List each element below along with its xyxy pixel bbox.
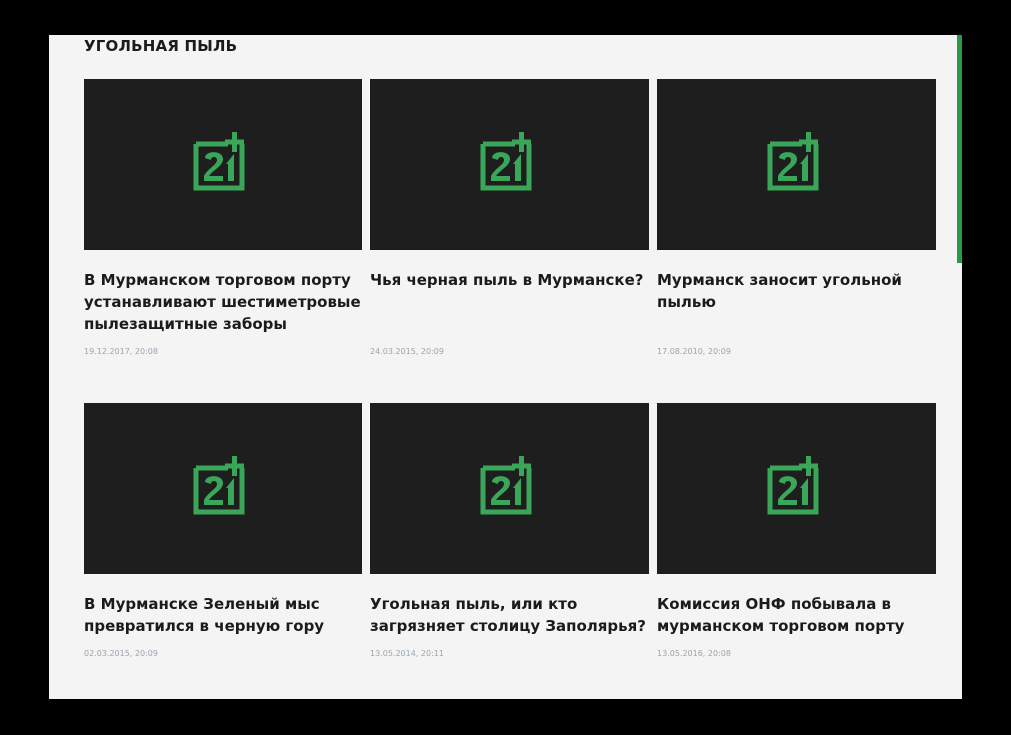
section-title: УГОЛЬНАЯ ПЫЛЬ bbox=[84, 37, 238, 55]
article-thumbnail[interactable] bbox=[84, 79, 362, 250]
article-title-link[interactable]: Мурманск заносит угольной пылью bbox=[657, 269, 936, 335]
article-date: 24.03.2015, 20:09 bbox=[370, 347, 444, 356]
article-thumbnail[interactable] bbox=[84, 403, 362, 574]
content-panel: УГОЛЬНАЯ ПЫЛЬ В Мурманском торговом порт… bbox=[49, 35, 962, 699]
article-card[interactable]: Угольная пыль, или кто загрязняет столиц… bbox=[370, 403, 649, 699]
channel-21-logo-icon bbox=[762, 130, 832, 200]
article-date: 02.03.2015, 20:09 bbox=[84, 649, 158, 658]
channel-21-logo-icon bbox=[188, 454, 258, 524]
article-title-link[interactable]: Чья черная пыль в Мурманске? bbox=[370, 269, 649, 335]
channel-21-logo-icon bbox=[475, 454, 545, 524]
article-card[interactable]: В Мурманске Зеленый мыс превратился в че… bbox=[84, 403, 362, 699]
channel-21-logo-icon bbox=[475, 130, 545, 200]
article-card[interactable]: Чья черная пыль в Мурманске? 24.03.2015,… bbox=[370, 79, 649, 403]
article-title-link[interactable]: Угольная пыль, или кто загрязняет столиц… bbox=[370, 593, 649, 637]
article-thumbnail[interactable] bbox=[370, 79, 649, 250]
article-date: 13.05.2016, 20:08 bbox=[657, 649, 731, 658]
article-date: 19.12.2017, 20:08 bbox=[84, 347, 158, 356]
article-title-link[interactable]: В Мурманске Зеленый мыс превратился в че… bbox=[84, 593, 362, 637]
channel-21-logo-icon bbox=[762, 454, 832, 524]
article-card[interactable]: Комиссия ОНФ побывала в мурманском торго… bbox=[657, 403, 936, 699]
channel-21-logo-icon bbox=[188, 130, 258, 200]
article-card[interactable]: В Мурманском торговом порту устанавливаю… bbox=[84, 79, 362, 403]
article-thumbnail[interactable] bbox=[657, 403, 936, 574]
article-date: 13.05.2014, 20:11 bbox=[370, 649, 444, 658]
article-title-link[interactable]: В Мурманском торговом порту устанавливаю… bbox=[84, 269, 362, 335]
article-card[interactable]: Мурманск заносит угольной пылью 17.08.20… bbox=[657, 79, 936, 403]
article-title-link[interactable]: Комиссия ОНФ побывала в мурманском торго… bbox=[657, 593, 936, 637]
article-thumbnail[interactable] bbox=[657, 79, 936, 250]
scrollbar-thumb[interactable] bbox=[957, 35, 962, 263]
article-thumbnail[interactable] bbox=[370, 403, 649, 574]
article-date: 17.08.2010, 20:09 bbox=[657, 347, 731, 356]
article-grid: В Мурманском торговом порту устанавливаю… bbox=[84, 79, 936, 699]
